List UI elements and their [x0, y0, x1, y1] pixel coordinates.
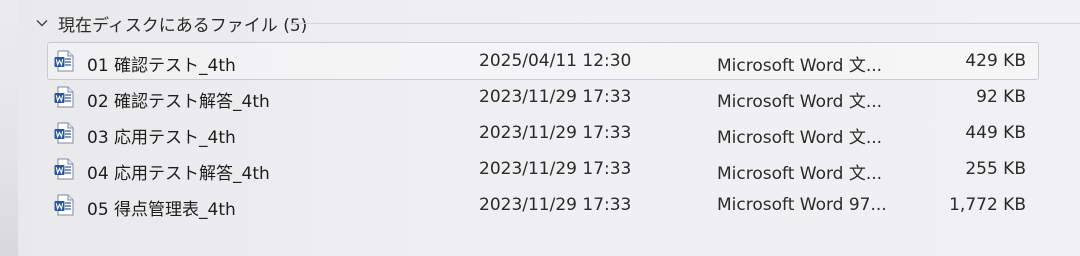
word-doc-icon: [54, 86, 74, 108]
file-size: 449 KB: [965, 123, 1026, 143]
file-date-modified: 2023/11/29 17:33: [479, 159, 632, 179]
file-size: 1,772 KB: [949, 195, 1026, 215]
file-name: 04 応用テスト解答_4th: [87, 164, 270, 184]
file-size: 255 KB: [965, 159, 1026, 179]
file-date-modified: 2023/11/29 17:33: [479, 195, 632, 215]
file-date-modified: 2023/11/29 17:33: [479, 87, 632, 107]
file-row[interactable]: 01 確認テスト_4th 2025/04/11 12:30 Microsoft …: [47, 42, 1039, 80]
file-row[interactable]: 03 応用テスト_4th 2023/11/29 17:33 Microsoft …: [48, 115, 1038, 151]
word-doc-icon: [54, 194, 74, 216]
file-type: Microsoft Word 文...: [717, 56, 883, 76]
file-type: Microsoft Word 文...: [717, 92, 883, 112]
group-divider: [292, 23, 1080, 24]
navigation-pane-edge: [0, 0, 18, 256]
group-header-label: 現在ディスクにあるファイル (5): [58, 15, 308, 36]
word-doc-icon: [54, 122, 74, 144]
file-date-modified: 2023/11/29 17:33: [479, 123, 632, 143]
file-type: Microsoft Word 文...: [717, 128, 883, 148]
file-name: 03 応用テスト_4th: [87, 128, 236, 148]
file-size: 92 KB: [976, 87, 1026, 107]
file-row[interactable]: 05 得点管理表_4th 2023/11/29 17:33 Microsoft …: [48, 187, 1038, 223]
file-name: 01 確認テスト_4th: [87, 56, 236, 76]
file-type: Microsoft Word 97...: [717, 195, 887, 215]
chevron-down-icon[interactable]: [34, 15, 50, 31]
file-name: 02 確認テスト解答_4th: [87, 92, 270, 112]
word-doc-icon: [54, 158, 74, 180]
file-row[interactable]: 04 応用テスト解答_4th 2023/11/29 17:33 Microsof…: [48, 151, 1038, 187]
group-header[interactable]: 現在ディスクにあるファイル (5): [34, 10, 307, 36]
file-list: 01 確認テスト_4th 2025/04/11 12:30 Microsoft …: [47, 42, 1039, 223]
file-type: Microsoft Word 文...: [717, 164, 883, 184]
file-row[interactable]: 02 確認テスト解答_4th 2023/11/29 17:33 Microsof…: [48, 79, 1038, 115]
file-date-modified: 2025/04/11 12:30: [479, 51, 632, 71]
file-size: 429 KB: [965, 51, 1026, 71]
file-name: 05 得点管理表_4th: [87, 200, 236, 220]
word-doc-icon: [54, 50, 74, 72]
